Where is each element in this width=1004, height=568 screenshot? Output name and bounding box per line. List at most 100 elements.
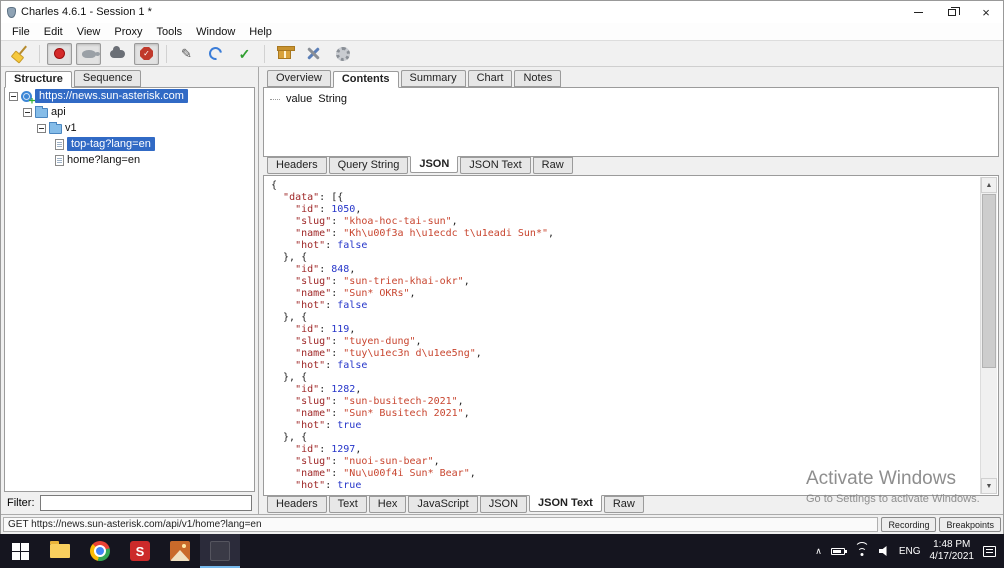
- repeat-button[interactable]: [203, 43, 228, 65]
- json-tree-row[interactable]: value String: [270, 93, 992, 105]
- json-line: "name": "Kh\u00f3a h\u1ecdc t\u1eadi Sun…: [295, 228, 555, 239]
- tree-row-v1[interactable]: v1: [5, 120, 254, 136]
- json-line: }, {: [271, 372, 308, 383]
- chrome-button[interactable]: [80, 534, 120, 568]
- collapse-icon[interactable]: [9, 91, 18, 101]
- request-url-field: GET https://news.sun-asterisk.com/api/v1…: [3, 517, 879, 532]
- menu-file[interactable]: File: [5, 25, 37, 39]
- cloud-button[interactable]: [105, 43, 130, 65]
- json-line: "id": 119,: [295, 324, 356, 335]
- tree-row-top-tag[interactable]: top-tag?lang=en: [5, 136, 254, 152]
- menu-tools[interactable]: Tools: [149, 25, 189, 39]
- json-line: "hot": true: [295, 480, 362, 491]
- tab-chart[interactable]: Chart: [467, 70, 513, 87]
- validate-button[interactable]: ✓: [232, 43, 257, 65]
- toolbar-separator: [264, 44, 265, 63]
- compose-button[interactable]: ✎: [174, 43, 199, 65]
- breakpoints-toggle-button[interactable]: Breakpoints: [939, 517, 1001, 532]
- tree-row-api[interactable]: api: [5, 104, 254, 120]
- tab-res-headers[interactable]: Headers: [267, 496, 327, 513]
- screen: Charles 4.6.1 - Session 1 * × File Edit …: [0, 0, 1004, 568]
- scrollbar-thumb[interactable]: [982, 194, 996, 369]
- scroll-up-arrow[interactable]: ▲: [981, 177, 997, 193]
- gift-button[interactable]: [272, 43, 297, 65]
- throttle-button[interactable]: [76, 42, 101, 65]
- recording-toggle-button[interactable]: Recording: [881, 517, 937, 532]
- tab-req-raw[interactable]: Raw: [532, 157, 573, 174]
- json-line: "slug": "sun-trien-khai-okr",: [295, 276, 470, 287]
- folder-icon: [35, 106, 48, 118]
- tab-summary[interactable]: Summary: [400, 70, 466, 87]
- folder-icon: [50, 541, 70, 558]
- menu-bar: File Edit View Proxy Tools Window Help: [1, 23, 1003, 41]
- scroll-down-arrow[interactable]: ▼: [981, 478, 997, 494]
- tab-res-raw[interactable]: Raw: [603, 496, 644, 513]
- json-line: "id": 1282,: [295, 384, 362, 395]
- close-button[interactable]: ×: [969, 1, 1003, 23]
- menu-edit[interactable]: Edit: [37, 25, 70, 39]
- tab-contents[interactable]: Contents: [332, 71, 399, 88]
- record-button[interactable]: [47, 42, 72, 65]
- filter-input[interactable]: [39, 495, 252, 511]
- action-center-icon[interactable]: [983, 545, 996, 557]
- menu-proxy[interactable]: Proxy: [107, 25, 149, 39]
- collapse-icon[interactable]: [37, 123, 46, 133]
- tab-req-json-text[interactable]: JSON Text: [460, 157, 531, 174]
- tab-overview[interactable]: Overview: [267, 70, 331, 87]
- check-icon: ✓: [238, 45, 251, 62]
- response-body-panel: { "data": [{ "id": 1050, "slug": "khoa-h…: [263, 175, 999, 496]
- tab-req-json[interactable]: JSON: [410, 156, 459, 173]
- close-icon: ×: [982, 4, 990, 20]
- tab-res-text[interactable]: Text: [328, 496, 367, 513]
- battery-icon[interactable]: [830, 547, 847, 555]
- tab-sequence[interactable]: Sequence: [73, 70, 142, 87]
- volume-icon[interactable]: [878, 546, 887, 556]
- vertical-scrollbar[interactable]: ▲ ▼: [980, 177, 997, 494]
- broom-icon: [10, 45, 29, 64]
- tray-expand-chevron[interactable]: ∧: [815, 546, 822, 557]
- tab-res-javascript[interactable]: JavaScript: [408, 496, 478, 513]
- restore-icon: [948, 6, 960, 16]
- json-line: }, {: [271, 432, 308, 443]
- host-tree: https://news.sun-asterisk.com api v1 top…: [4, 87, 255, 492]
- tab-structure[interactable]: Structure: [5, 71, 72, 88]
- active-app-button[interactable]: [200, 534, 240, 568]
- tab-res-json[interactable]: JSON: [479, 496, 528, 513]
- clock[interactable]: 1:48 PM 4/17/2021: [930, 539, 975, 563]
- tab-res-hex[interactable]: Hex: [368, 496, 407, 513]
- json-line: "slug": "sun-busitech-2021",: [295, 396, 464, 407]
- json-line: "name": "Sun* Busitech 2021",: [295, 408, 470, 419]
- json-line: "slug": "khoa-hoc-tai-sun",: [295, 216, 458, 227]
- restore-button[interactable]: [935, 1, 969, 23]
- tab-req-headers[interactable]: Headers: [267, 157, 327, 174]
- tree-row-root[interactable]: https://news.sun-asterisk.com: [5, 88, 254, 104]
- photos-icon: [170, 541, 190, 561]
- photos-button[interactable]: [160, 534, 200, 568]
- breakpoints-button[interactable]: ✓: [134, 42, 159, 65]
- filter-row: Filter:: [1, 492, 258, 514]
- tab-res-json-text[interactable]: JSON Text: [529, 495, 602, 512]
- json-code: { "data": [{ "id": 1050, "slug": "khoa-h…: [266, 178, 979, 493]
- tools-button[interactable]: [301, 43, 326, 65]
- json-line: "data": [{: [283, 192, 344, 203]
- menu-help[interactable]: Help: [242, 25, 279, 39]
- start-button[interactable]: [0, 534, 40, 568]
- tree-row-home[interactable]: home?lang=en: [5, 152, 254, 168]
- minimize-button[interactable]: [901, 1, 935, 23]
- file-explorer-button[interactable]: [40, 534, 80, 568]
- globe-icon: [21, 90, 32, 102]
- system-tray: ∧ ENG 1:48 PM 4/17/2021: [815, 534, 1004, 568]
- settings-button[interactable]: [330, 43, 355, 65]
- menu-window[interactable]: Window: [189, 25, 242, 39]
- clear-session-button[interactable]: [7, 43, 32, 65]
- collapse-icon[interactable]: [23, 107, 32, 117]
- tab-notes[interactable]: Notes: [514, 70, 562, 87]
- toolbar-separator: [166, 44, 167, 63]
- left-tab-strip: Structure Sequence: [1, 69, 258, 88]
- menu-view[interactable]: View: [70, 25, 108, 39]
- title-bar: Charles 4.6.1 - Session 1 * ×: [1, 1, 1003, 23]
- tab-req-query-string[interactable]: Query String: [328, 157, 409, 174]
- language-indicator[interactable]: ENG: [899, 546, 921, 557]
- wifi-icon[interactable]: [854, 541, 870, 557]
- app-s-button[interactable]: S: [120, 534, 160, 568]
